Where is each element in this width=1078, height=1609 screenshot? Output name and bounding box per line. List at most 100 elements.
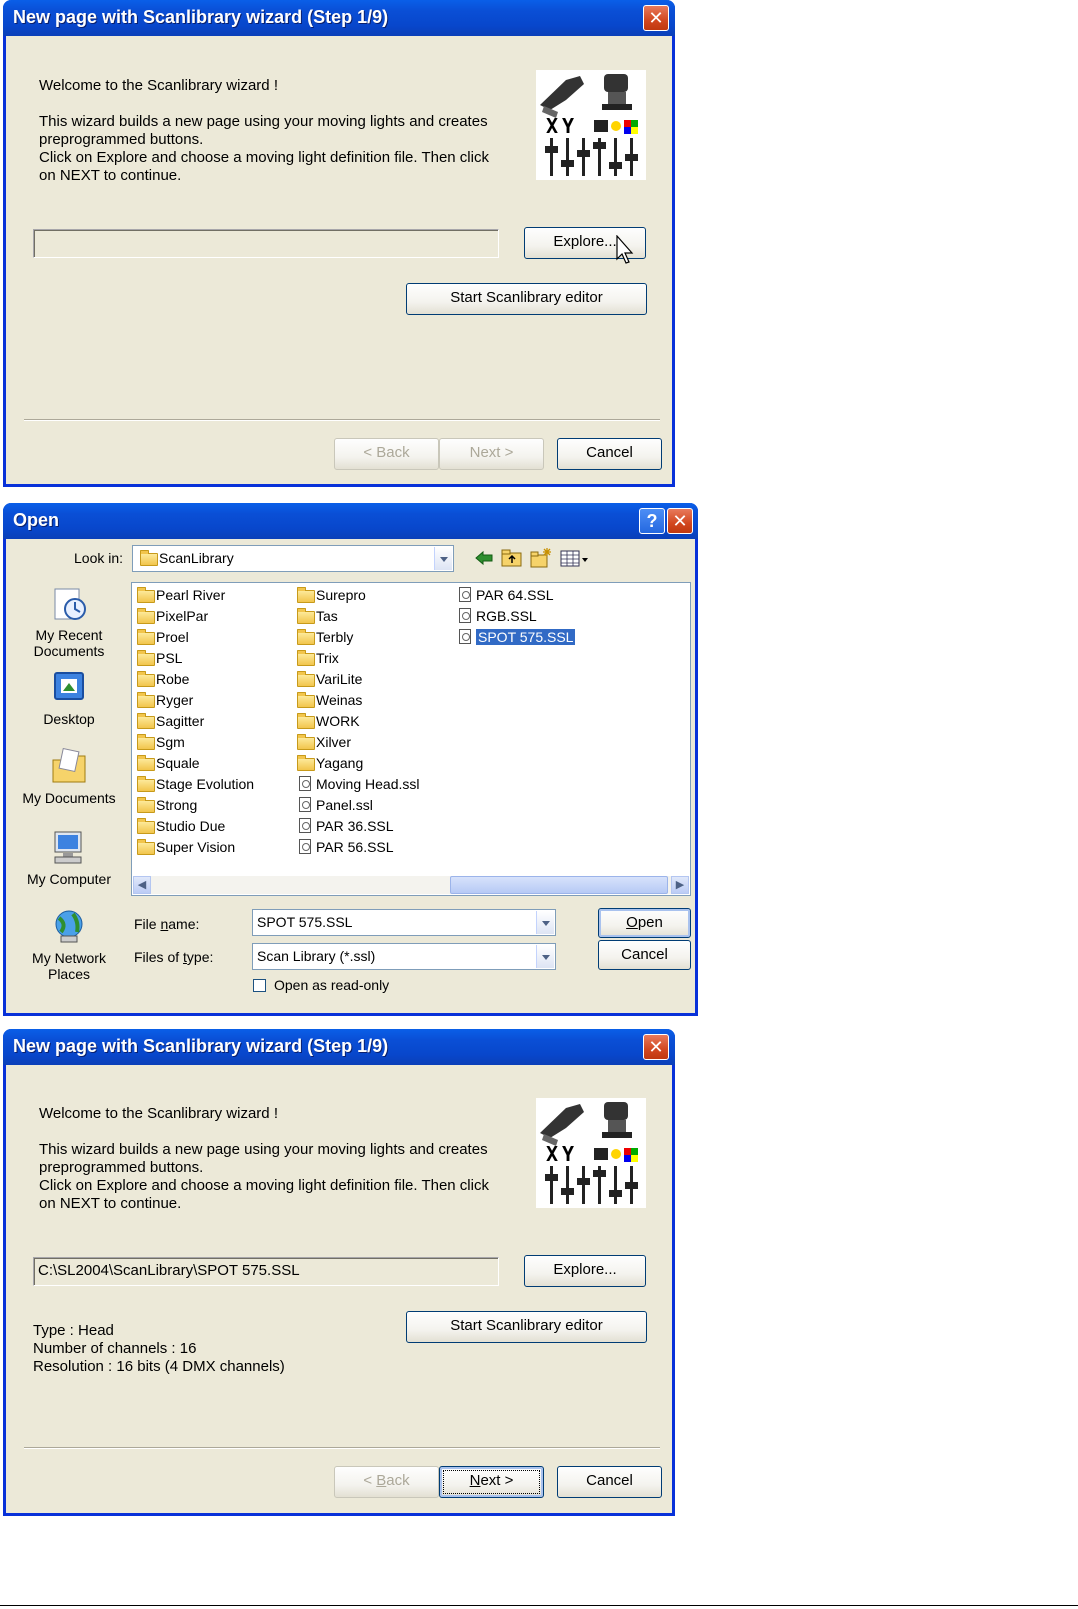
file-icon <box>299 818 311 833</box>
open-dialog-title: Open <box>13 510 60 530</box>
scroll-left-button[interactable]: ◀ <box>133 876 151 894</box>
file-list-pane[interactable]: Pearl River PixelPar Proel PSL Robe Ryger Sagi… <box>131 582 691 896</box>
item-label: Squale <box>156 755 200 771</box>
folder-icon <box>137 671 155 687</box>
up-folder-icon[interactable] <box>501 548 523 568</box>
folder-item[interactable]: Weinas <box>296 691 362 710</box>
back-button[interactable]: < Back <box>334 438 439 470</box>
new-folder-icon[interactable] <box>530 547 552 569</box>
folder-item[interactable]: Pearl River <box>136 586 225 605</box>
description-line-3: Click on Explore and choose a moving lig… <box>39 1177 489 1194</box>
place-my-network-places[interactable]: My Network Places <box>14 908 124 982</box>
item-label: Strong <box>156 797 198 813</box>
chevron-down-icon[interactable] <box>536 945 554 968</box>
back-arrow-icon[interactable] <box>474 549 494 567</box>
folder-icon <box>297 671 315 687</box>
look-in-dropdown[interactable]: ScanLibrary <box>132 545 454 572</box>
folder-item[interactable]: PixelPar <box>136 607 208 626</box>
horizontal-scrollbar[interactable]: ◀ ▶ <box>133 876 689 894</box>
folder-icon <box>137 797 155 813</box>
folder-icon <box>297 692 315 708</box>
title-bar[interactable]: New page with Scanlibrary wizard (Step 1… <box>3 1029 675 1065</box>
place-desktop[interactable]: Desktop <box>14 669 124 727</box>
open-title-bar[interactable]: Open ? ✕ <box>3 503 698 539</box>
title-bar[interactable]: New page with Scanlibrary wizard (Step 1… <box>3 0 675 36</box>
file-item[interactable]: Panel.ssl <box>296 796 373 815</box>
folder-item[interactable]: Sagitter <box>136 712 204 731</box>
folder-item[interactable]: VariLite <box>296 670 362 689</box>
start-editor-button[interactable]: Start Scanlibrary editor <box>406 1311 647 1343</box>
folder-item[interactable]: Tas <box>296 607 338 626</box>
file-type-select[interactable]: Scan Library (*.ssl) <box>252 943 556 970</box>
open-dialog: Open ? ✕ Look in: ScanLibrary My Recent … <box>3 503 698 1016</box>
folder-icon <box>137 629 155 645</box>
folder-item[interactable]: Robe <box>136 670 189 689</box>
folder-item[interactable]: Sgm <box>136 733 185 752</box>
open-close-button[interactable]: ✕ <box>667 508 693 534</box>
next-button[interactable]: Next > <box>439 1466 544 1498</box>
folder-item[interactable]: Ryger <box>136 691 193 710</box>
path-field[interactable] <box>33 229 499 258</box>
view-menu-icon[interactable] <box>560 550 590 568</box>
scroll-right-button[interactable]: ▶ <box>671 876 689 894</box>
item-label: Sagitter <box>156 713 205 729</box>
explore-button[interactable]: Explore... <box>524 1255 646 1287</box>
folder-item[interactable]: Yagang <box>296 754 363 773</box>
item-label: Robe <box>156 671 190 687</box>
back-button[interactable]: < Back <box>334 1466 439 1498</box>
file-item[interactable]: SPOT 575.SSL <box>456 628 576 647</box>
folder-item[interactable]: Trix <box>296 649 339 668</box>
welcome-text: Welcome to the Scanlibrary wizard ! <box>39 1105 278 1122</box>
folder-item[interactable]: WORK <box>296 712 360 731</box>
place-my-documents[interactable]: My Documents <box>14 747 124 806</box>
next-button[interactable]: Next > <box>439 438 544 470</box>
place-my-computer[interactable]: My Computer <box>14 829 124 887</box>
description-line-1: This wizard builds a new page using your… <box>39 1141 488 1158</box>
folder-icon <box>137 755 155 771</box>
chevron-down-icon[interactable] <box>434 547 452 570</box>
folder-item[interactable]: Super Vision <box>136 838 235 857</box>
read-only-label[interactable]: Open as read-only <box>274 977 389 993</box>
place-label-line1: Desktop <box>43 711 95 727</box>
folder-item[interactable]: Xilver <box>296 733 351 752</box>
folder-icon <box>297 608 315 624</box>
folder-icon <box>297 713 315 729</box>
wizard-window-step1-filled: New page with Scanlibrary wizard (Step 1… <box>3 1029 675 1516</box>
mouse-cursor-icon <box>616 235 634 264</box>
folder-item[interactable]: Proel <box>136 628 189 647</box>
folder-icon <box>297 755 315 771</box>
item-label: Pearl River <box>156 587 226 603</box>
folder-item[interactable]: Stage Evolution <box>136 775 254 794</box>
file-item[interactable]: PAR 56.SSL <box>296 838 394 857</box>
file-name-input[interactable]: SPOT 575.SSL <box>252 909 556 936</box>
place-my-recent-documents[interactable]: My Recent Documents <box>14 585 124 659</box>
open-cancel-button[interactable]: Cancel <box>598 940 691 970</box>
path-field[interactable]: C:\SL2004\ScanLibrary\SPOT 575.SSL <box>33 1257 499 1286</box>
open-button[interactable]: Open <box>598 908 691 938</box>
file-item[interactable]: Moving Head.ssl <box>296 775 420 794</box>
help-button[interactable]: ? <box>639 508 665 534</box>
folder-item[interactable]: PSL <box>136 649 182 668</box>
scroll-thumb[interactable] <box>450 876 668 894</box>
close-button[interactable]: ✕ <box>643 5 669 31</box>
cancel-button[interactable]: Cancel <box>557 438 662 470</box>
item-label: Stage Evolution <box>156 776 255 792</box>
folder-item[interactable]: Studio Due <box>136 817 225 836</box>
description-line-1: This wizard builds a new page using your… <box>39 113 488 130</box>
item-label: Terbly <box>316 629 354 645</box>
file-item[interactable]: PAR 64.SSL <box>456 586 554 605</box>
folder-item[interactable]: Strong <box>136 796 197 815</box>
item-label: Proel <box>156 629 189 645</box>
start-editor-button[interactable]: Start Scanlibrary editor <box>406 283 647 315</box>
close-button[interactable]: ✕ <box>643 1034 669 1060</box>
folder-item[interactable]: Terbly <box>296 628 353 647</box>
folder-item[interactable]: Surepro <box>296 586 366 605</box>
read-only-checkbox[interactable] <box>253 979 266 992</box>
file-item[interactable]: PAR 36.SSL <box>296 817 394 836</box>
folder-item[interactable]: Squale <box>136 754 200 773</box>
file-item[interactable]: RGB.SSL <box>456 607 537 626</box>
folder-icon <box>137 692 155 708</box>
chevron-down-icon[interactable] <box>536 911 554 934</box>
info-type: Type : Head <box>33 1322 114 1339</box>
cancel-button[interactable]: Cancel <box>557 1466 662 1498</box>
